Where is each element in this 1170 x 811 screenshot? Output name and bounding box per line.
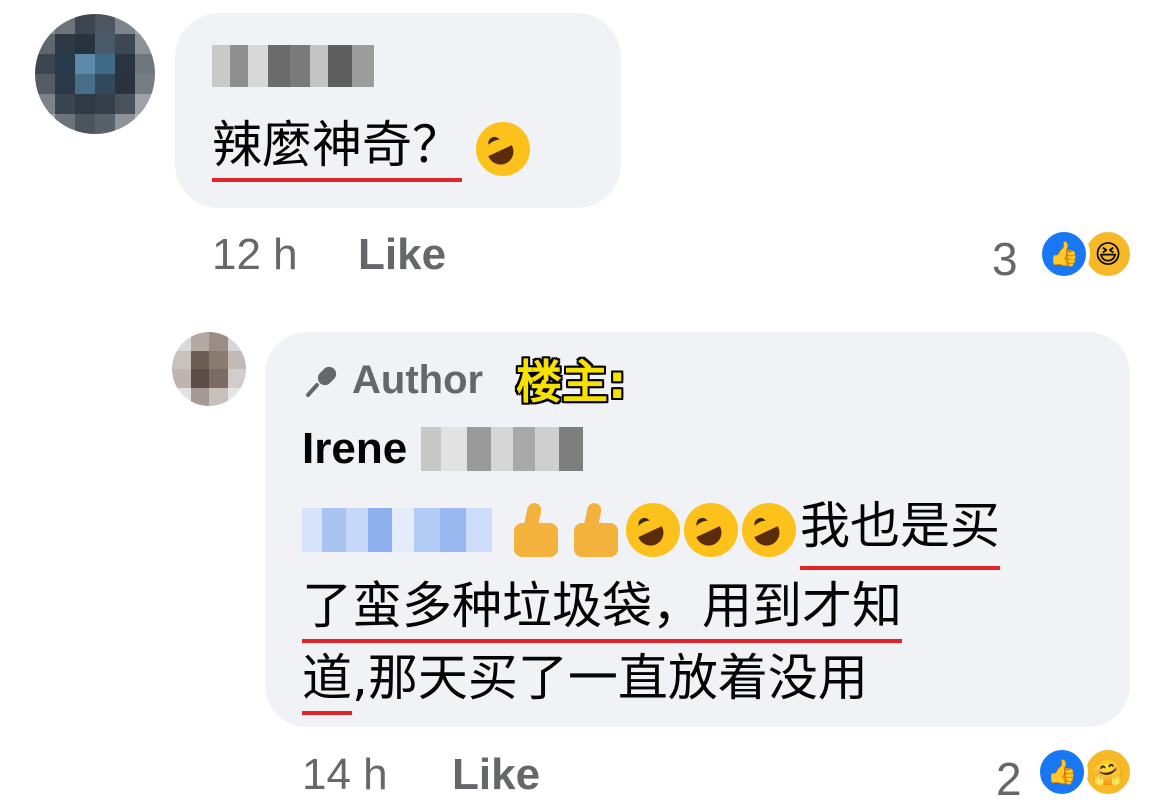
care-icon[interactable]: 🤗 <box>1082 746 1134 798</box>
reply-like-button[interactable]: Like <box>452 750 540 800</box>
author-avatar[interactable] <box>172 332 246 406</box>
thumbs-up-emoji-icon <box>566 501 626 559</box>
reply-reaction-count[interactable]: 2 <box>996 752 1022 806</box>
comment-timestamp[interactable]: 12 h <box>212 230 298 280</box>
reply-text-line3: ,那天买了一直放着没用 <box>352 649 868 707</box>
author-badge: Author <box>302 358 483 403</box>
reply-text-line1: 我也是买 <box>800 490 1000 570</box>
author-first-name[interactable]: Irene <box>302 424 407 474</box>
commenter-avatar[interactable] <box>35 14 155 134</box>
author-last-name-redacted[interactable] <box>421 427 584 471</box>
like-icon[interactable]: 👍 <box>1036 746 1088 798</box>
rofl-emoji-icon <box>626 503 680 557</box>
microphone-icon <box>306 366 337 397</box>
reply-text-line2: 了蛮多种垃圾袋，用到才知 <box>302 577 902 643</box>
rofl-emoji-icon <box>476 121 530 176</box>
annotation-label: 楼主: <box>516 355 627 409</box>
reply-text-line3-underlined: 道 <box>302 649 352 715</box>
mentioned-user-redacted[interactable] <box>302 508 492 552</box>
reply-timestamp[interactable]: 14 h <box>302 750 388 800</box>
comment-text: 辣麼神奇？ <box>212 112 534 182</box>
thumbs-up-emoji-icon <box>506 501 566 559</box>
rofl-emoji-icon <box>742 503 796 557</box>
author-name[interactable]: Irene <box>302 424 584 474</box>
commenter-name-redacted[interactable] <box>212 45 374 87</box>
reply-text: 我也是买 了蛮多种垃圾袋，用到才知 道,那天买了一直放着没用 <box>302 490 1132 715</box>
like-icon[interactable]: 👍 <box>1038 228 1090 280</box>
reaction-count[interactable]: 3 <box>992 232 1018 286</box>
rofl-emoji-icon <box>684 503 738 557</box>
comment-text-content: 辣麼神奇？ <box>212 116 462 182</box>
author-badge-label: Author <box>352 358 484 402</box>
like-button[interactable]: Like <box>358 230 446 280</box>
